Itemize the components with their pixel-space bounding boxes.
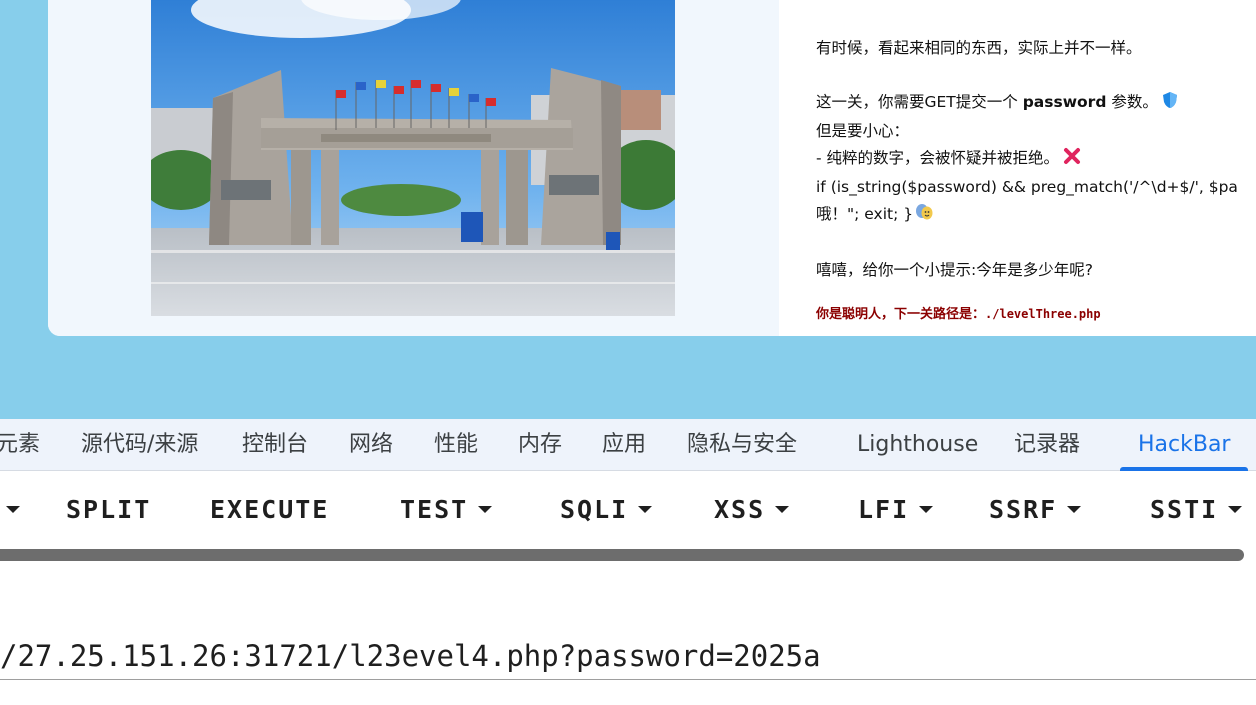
web-page-viewport: 有时候，看起来相同的东西，实际上并不一样。 这一关，你需要GET提交一个 pas…: [0, 0, 1256, 420]
tab-application[interactable]: 应用: [602, 419, 646, 471]
content-card: 有时候，看起来相同的东西，实际上并不一样。 这一关，你需要GET提交一个 pas…: [48, 0, 1256, 336]
rule-text: - 纯粹的数字，会被怀疑并被拒绝。: [816, 149, 1060, 167]
task-text-post: 参数。: [1106, 93, 1158, 111]
xss-label: XSS: [714, 495, 766, 524]
xss-menu-button[interactable]: XSS: [714, 490, 790, 530]
sqli-menu-button[interactable]: SQLI: [560, 490, 653, 530]
next-level-hint: 你是聪明人，下一关路径是：./levelThree.php: [816, 306, 1256, 323]
paragraph-hint: 嘻嘻，给你一个小提示:今年是多少年呢?: [816, 261, 1093, 279]
ssti-label: SSTI: [1150, 495, 1219, 524]
execute-button[interactable]: EXECUTE: [210, 490, 329, 530]
paragraph-rule: - 纯粹的数字，会被怀疑并被拒绝。: [816, 145, 1256, 174]
campus-gate-photo: [151, 0, 675, 316]
url-input[interactable]: [0, 632, 1256, 680]
tab-performance[interactable]: 性能: [434, 419, 478, 471]
chevron-down-icon: [919, 505, 934, 513]
task-text-pre: 这一关，你需要GET提交一个: [816, 93, 1023, 111]
image-panel: [48, 0, 779, 336]
tab-console[interactable]: 控制台: [242, 419, 308, 471]
chevron-down-icon: [478, 505, 493, 513]
devtools-tab-bar: 元素 源代码/来源 控制台 网络 性能 内存 应用 隐私与安全 Lighthou…: [0, 419, 1256, 471]
test-menu-button[interactable]: TEST: [400, 490, 493, 530]
hackbar-url-panel: [0, 562, 1256, 705]
tab-lighthouse[interactable]: Lighthouse: [857, 419, 978, 471]
code-end-text: 哦！"; exit; }: [816, 205, 914, 223]
shield-icon: [1162, 91, 1178, 118]
chevron-down-icon: [1228, 505, 1243, 513]
ssrf-label: SSRF: [989, 495, 1058, 524]
chevron-down-icon: [775, 505, 790, 513]
param-name: password: [1022, 93, 1107, 111]
active-tab-indicator: [1120, 467, 1248, 471]
hackbar-toolbar: SPLIT EXECUTE TEST SQLI XSS LFI SSRF SST…: [0, 472, 1256, 550]
lfi-menu-button[interactable]: LFI: [858, 490, 934, 530]
challenge-description: 有时候，看起来相同的东西，实际上并不一样。 这一关，你需要GET提交一个 pas…: [816, 35, 1256, 323]
ssrf-menu-button[interactable]: SSRF: [989, 490, 1082, 530]
tab-sources[interactable]: 源代码/来源: [81, 419, 198, 471]
tab-network[interactable]: 网络: [349, 419, 393, 471]
split-button[interactable]: SPLIT: [66, 490, 151, 530]
chevron-down-icon: [6, 505, 20, 513]
tab-memory[interactable]: 内存: [518, 419, 562, 471]
tab-hackbar[interactable]: HackBar: [1138, 419, 1230, 471]
code-line-end: 哦！"; exit; }: [816, 201, 1256, 230]
tab-privacy-security[interactable]: 隐私与安全: [687, 419, 797, 471]
paragraph-warning: 但是要小心：: [816, 122, 910, 140]
test-label: TEST: [400, 495, 469, 524]
overflow-dropdown-button[interactable]: [0, 490, 20, 530]
next-level-label: 你是聪明人，下一关路径是：: [816, 307, 986, 322]
paragraph-intro: 有时候，看起来相同的东西，实际上并不一样。: [816, 39, 1142, 57]
paragraph-task: 这一关，你需要GET提交一个 password 参数。: [816, 89, 1256, 118]
lfi-label: LFI: [858, 495, 910, 524]
chevron-down-icon: [638, 505, 653, 513]
ssti-menu-button[interactable]: SSTI: [1150, 490, 1243, 530]
tab-elements[interactable]: 元素: [0, 419, 40, 471]
theater-masks-icon: [915, 203, 933, 230]
next-level-path: ./levelThree.php: [985, 307, 1101, 321]
horizontal-scrollbar[interactable]: [0, 549, 1244, 561]
code-line: if (is_string($password) && preg_match('…: [816, 178, 1238, 196]
tab-recorder[interactable]: 记录器: [1014, 419, 1080, 471]
chevron-down-icon: [1067, 505, 1082, 513]
cross-mark-icon: [1063, 147, 1081, 174]
sqli-label: SQLI: [560, 495, 629, 524]
